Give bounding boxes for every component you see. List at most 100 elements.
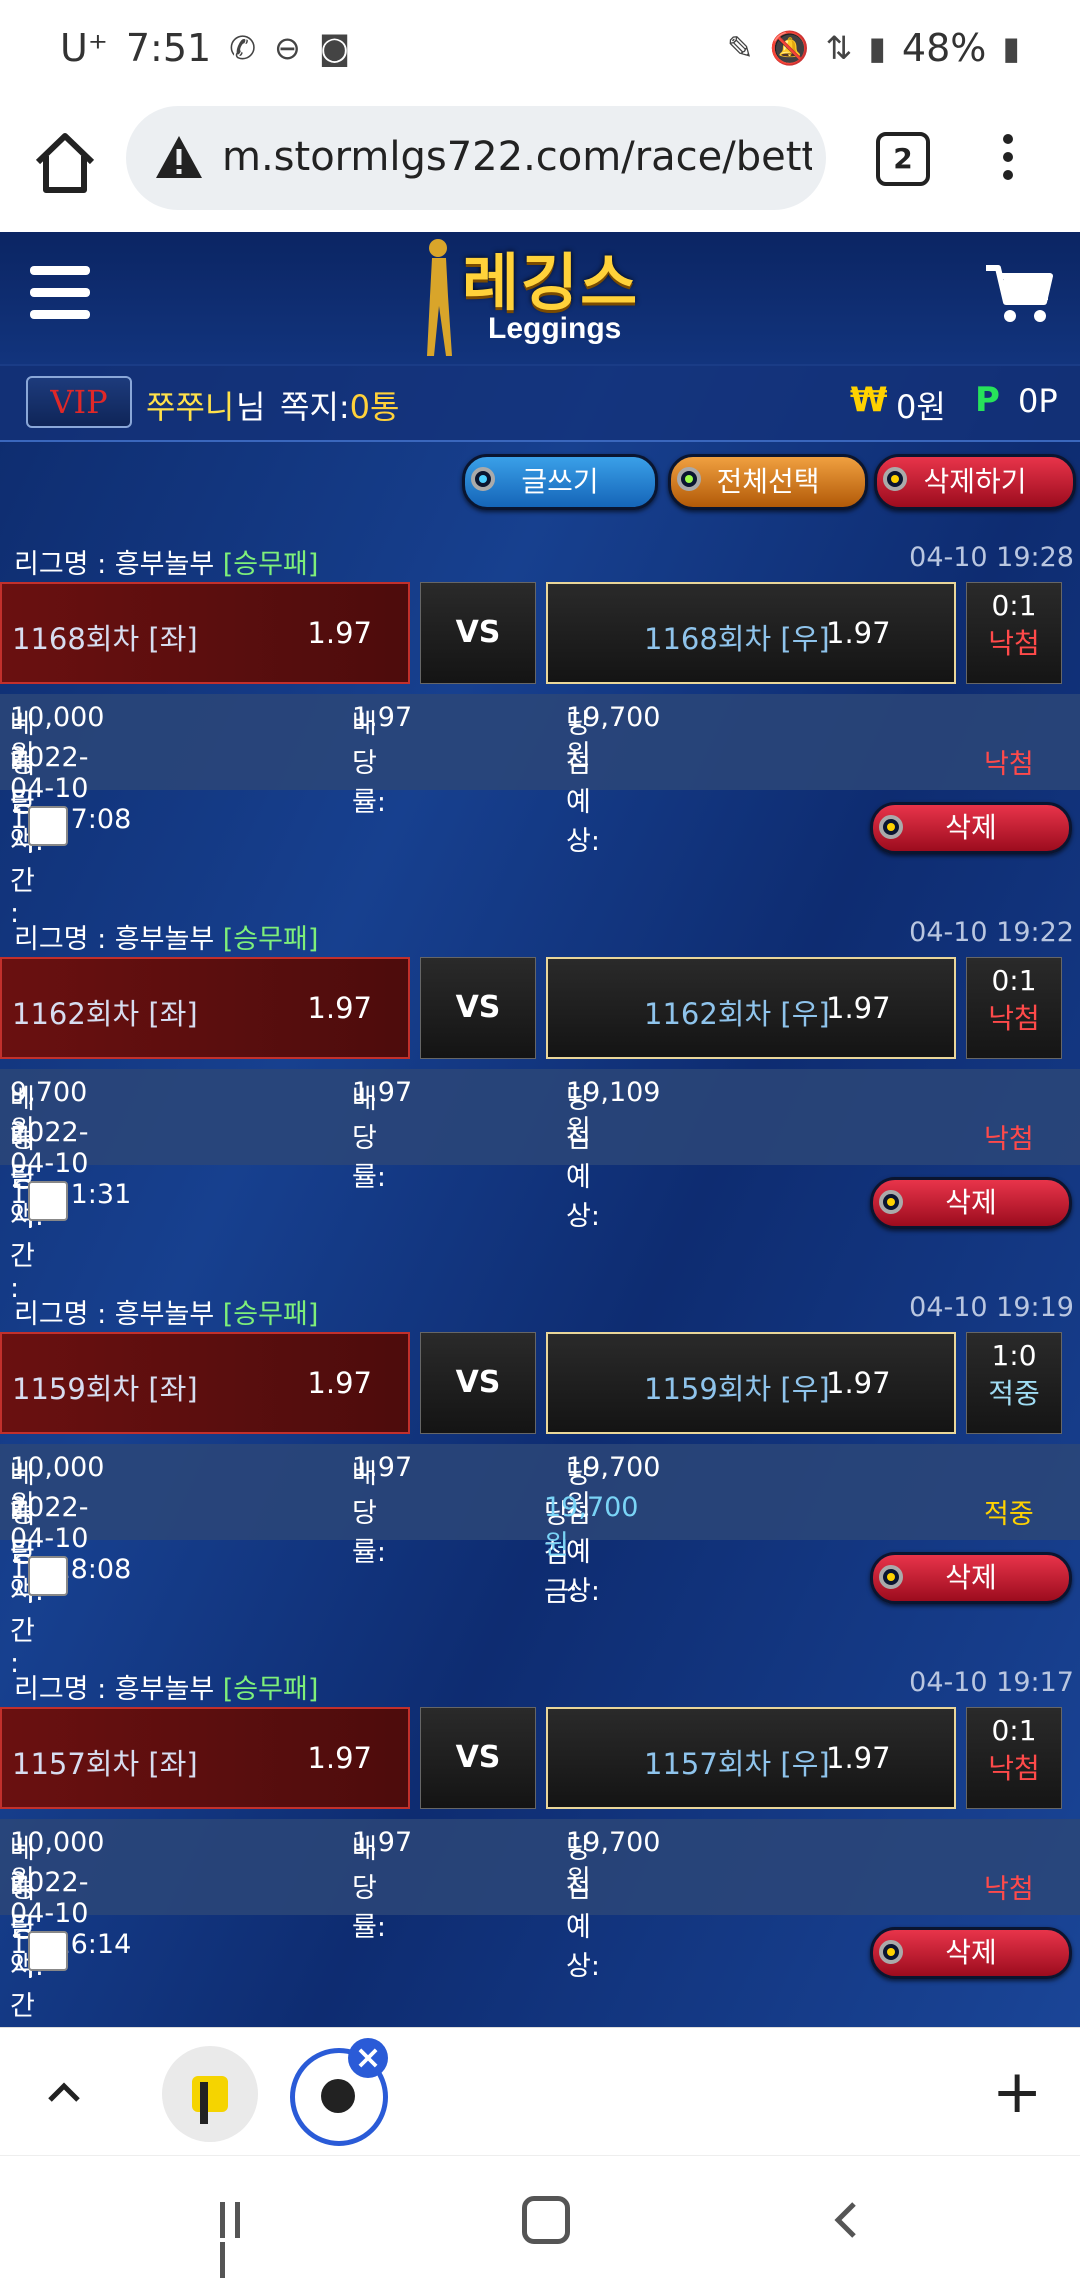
bet-result: 낙첨 xyxy=(984,749,1034,780)
recent-apps-icon[interactable] xyxy=(220,2202,262,2278)
league-line: 리그명 : 흥부놀부 [승무패] xyxy=(14,1674,319,1705)
home-pick[interactable]: 1159회차 [좌] 1.97 xyxy=(0,1332,410,1434)
site-header: 레깅스 Leggings xyxy=(0,232,1080,366)
bet-result: 낙첨 xyxy=(984,1124,1034,1155)
away-pick[interactable]: 1168회차 [우] 1.97 xyxy=(546,582,956,684)
site-favicon-icon xyxy=(192,2076,228,2112)
button-dot-icon xyxy=(879,1940,903,1964)
bet-checkbox[interactable] xyxy=(28,1556,68,1596)
battery-icon: ▮ xyxy=(1002,29,1020,67)
browser-tab-bar: × + xyxy=(0,2027,1080,2156)
home-pick[interactable]: 1157회차 [좌] 1.97 xyxy=(0,1707,410,1809)
clock: 7:51 xyxy=(125,26,212,70)
money-balance: 0원 xyxy=(896,388,946,426)
bet-checkbox[interactable] xyxy=(28,1931,68,1971)
dnd-icon: ⊖ xyxy=(274,29,301,67)
status-bar: U⁺ 7:51 ✆ ⊖ ◙ ✎ 🔕 ⇅ ▮ 48% ▮ xyxy=(0,0,1080,100)
vs-box: VS xyxy=(420,957,536,1059)
score-box: 1:0 적중 xyxy=(966,1332,1062,1434)
plus-icon[interactable]: + xyxy=(992,2062,1042,2122)
button-dot-icon xyxy=(879,815,903,839)
bet-datetime: 04-10 19:17 xyxy=(909,1667,1074,1698)
vip-badge: VIP xyxy=(26,376,132,428)
league-line: 리그명 : 흥부놀부 [승무패] xyxy=(14,1299,319,1330)
messages-label: 쪽지: xyxy=(280,388,350,426)
browser-toolbar: m.stormlgs722.com/race/betti 2 xyxy=(0,100,1080,232)
delete-button[interactable]: 삭제 xyxy=(870,1927,1072,1979)
away-pick[interactable]: 1159회차 [우] 1.97 xyxy=(546,1332,956,1434)
bet-type-tag: [승무패] xyxy=(222,1674,319,1705)
logo-figure-icon xyxy=(427,239,452,356)
chevron-up-icon[interactable] xyxy=(44,2072,84,2112)
home-pick[interactable]: 1168회차 [좌] 1.97 xyxy=(0,582,410,684)
button-dot-icon xyxy=(471,467,495,491)
address-bar[interactable]: m.stormlgs722.com/race/betti xyxy=(126,106,826,210)
away-pick[interactable]: 1162회차 [우] 1.97 xyxy=(546,957,956,1059)
system-nav-bar xyxy=(0,2155,1080,2281)
5g-icon: ⇅ xyxy=(825,29,853,67)
close-tab-icon[interactable]: × xyxy=(348,2038,388,2078)
point-balance: 0P xyxy=(1018,382,1058,420)
mute-icon: 🔕 xyxy=(769,29,810,67)
tab-thumbnail[interactable] xyxy=(162,2046,258,2142)
more-menu-icon[interactable] xyxy=(988,130,1028,190)
logo-subtitle: Leggings xyxy=(488,312,622,345)
home-icon[interactable] xyxy=(30,128,100,198)
battery-percent: 48% xyxy=(901,26,987,70)
bet-card: 리그명 : 흥부놀부 [승무패] 04-10 19:19 1159회차 [좌] 1… xyxy=(0,1284,1080,1679)
vs-box: VS xyxy=(420,1332,536,1434)
button-dot-icon xyxy=(883,467,907,491)
warning-icon[interactable] xyxy=(154,134,204,180)
bet-type-tag: [승무패] xyxy=(222,1299,319,1330)
alarm-icon: ◙ xyxy=(318,29,350,67)
pen-icon: ✎ xyxy=(726,29,754,67)
button-dot-icon xyxy=(879,1190,903,1214)
score-box: 0:1 낙첨 xyxy=(966,582,1062,684)
carrier-label: U⁺ xyxy=(60,26,108,70)
delete-selected-button[interactable]: 삭제하기 xyxy=(874,454,1076,510)
cart-icon[interactable] xyxy=(984,262,1054,326)
url-text[interactable]: m.stormlgs722.com/race/betti xyxy=(222,134,812,180)
tab-switcher-button[interactable]: 2 xyxy=(876,132,930,186)
bet-type-tag: [승무패] xyxy=(222,549,319,580)
delete-button[interactable]: 삭제 xyxy=(870,1552,1072,1604)
user-info-bar: VIP 쭈쭈니 님 쪽지:0통 ₩ 0원 P 0P xyxy=(0,364,1080,442)
bet-type-tag: [승무패] xyxy=(222,924,319,955)
delete-button[interactable]: 삭제 xyxy=(870,1177,1072,1229)
bet-checkbox[interactable] xyxy=(28,806,68,846)
home-nav-icon[interactable] xyxy=(522,2196,570,2244)
write-button[interactable]: 글쓰기 xyxy=(462,454,658,510)
home-pick[interactable]: 1162회차 [좌] 1.97 xyxy=(0,957,410,1059)
bet-checkbox[interactable] xyxy=(28,1181,68,1221)
league-line: 리그명 : 흥부놀부 [승무패] xyxy=(14,924,319,955)
back-icon[interactable] xyxy=(830,2200,860,2240)
button-dot-icon xyxy=(677,467,701,491)
signal-icon: ▮ xyxy=(868,29,886,67)
hamburger-icon[interactable] xyxy=(30,266,90,319)
score-box: 0:1 낙첨 xyxy=(966,1707,1062,1809)
vs-box: VS xyxy=(420,582,536,684)
vs-box: VS xyxy=(420,1707,536,1809)
league-line: 리그명 : 흥부놀부 [승무패] xyxy=(14,549,319,580)
call-icon: ✆ xyxy=(229,29,257,67)
bet-info: 베팅금액: 10,000원 배당률: 1.97 당첨예상: 19,700원 배팅… xyxy=(0,1819,1080,2027)
score-box: 0:1 낙첨 xyxy=(966,957,1062,1059)
nickname-suffix: 님 xyxy=(236,388,266,426)
bet-datetime: 04-10 19:19 xyxy=(909,1292,1074,1323)
bet-datetime: 04-10 19:28 xyxy=(909,542,1074,573)
button-dot-icon xyxy=(879,1565,903,1589)
delete-button[interactable]: 삭제 xyxy=(870,802,1072,854)
select-all-button[interactable]: 전체선택 xyxy=(668,454,868,510)
site-content: 레깅스 Leggings VIP 쭈쭈니 님 쪽지:0통 ₩ 0원 P 0P 글… xyxy=(0,232,1080,2027)
point-icon: P xyxy=(975,380,1000,420)
away-pick[interactable]: 1157회차 [우] 1.97 xyxy=(546,1707,956,1809)
messages-link[interactable]: 쪽지:0통 xyxy=(280,382,399,428)
logo-title[interactable]: 레깅스 xyxy=(462,232,639,322)
nickname: 쭈쭈니 xyxy=(146,388,235,426)
messages-count: 0통 xyxy=(349,388,400,426)
bet-datetime: 04-10 19:22 xyxy=(909,917,1074,948)
bet-card: 리그명 : 흥부놀부 [승무패] 04-10 19:17 1157회차 [좌] 1… xyxy=(0,1659,1080,2027)
globe-icon xyxy=(321,2079,355,2113)
bet-info: 베팅금액: 10,000원 배당률: 1.97 당첨예상: 19,700원 배팅… xyxy=(0,1444,1080,1679)
bet-card: 리그명 : 흥부놀부 [승무패] 04-10 19:28 1168회차 [좌] 1… xyxy=(0,534,1080,929)
